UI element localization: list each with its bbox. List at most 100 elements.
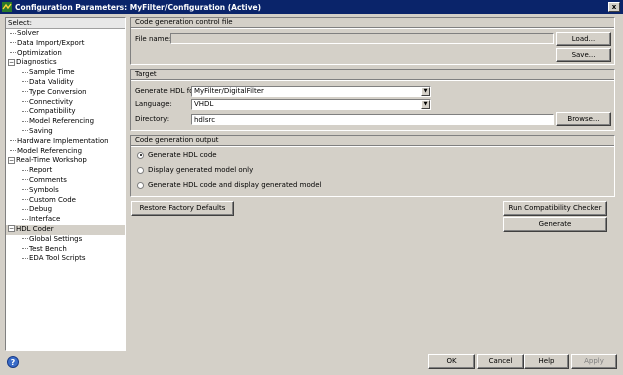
- tree-connector: [22, 257, 28, 259]
- output-panel: Code generation output Generate HDL code…: [130, 135, 615, 197]
- tree-item[interactable]: − HDL Coder: [6, 224, 125, 235]
- title-bar: Configuration Parameters: MyFilter/Confi…: [0, 0, 623, 14]
- tree-item-label: Data Validity: [29, 77, 74, 86]
- tree-connector: [22, 81, 28, 83]
- output-option-label: Generate HDL code: [148, 151, 217, 159]
- tree-item[interactable]: Symbols: [6, 186, 125, 196]
- tree-item[interactable]: Comments: [6, 176, 125, 186]
- load-button[interactable]: Load...: [556, 32, 611, 46]
- tree-connector: [10, 42, 16, 44]
- tree-item-label: Solver: [17, 29, 39, 37]
- cancel-button[interactable]: Cancel: [477, 354, 524, 369]
- file-name-input[interactable]: [170, 33, 554, 44]
- radio-button[interactable]: [137, 181, 144, 189]
- tree-item-label: Debug: [29, 205, 53, 214]
- language-label: Language:: [135, 100, 172, 108]
- tree-connector: [22, 110, 28, 112]
- target-panel-title: Target: [135, 70, 157, 78]
- control-file-panel-title: Code generation control file: [135, 18, 233, 26]
- tree-connector: [10, 32, 16, 34]
- save-button[interactable]: Save...: [556, 48, 611, 62]
- tree-item[interactable]: Sample Time: [6, 68, 125, 78]
- generate-for-value: MyFilter/DigitalFilter: [194, 87, 264, 95]
- tree-item[interactable]: Data Import/Export: [6, 39, 125, 49]
- language-value: VHDL: [194, 100, 214, 108]
- run-compatibility-checker-button[interactable]: Run Compatibility Checker: [503, 201, 607, 216]
- tree-item[interactable]: Report: [6, 166, 125, 176]
- tree-item[interactable]: Interface: [6, 215, 125, 225]
- tree-list: Solver Data Import/Export Optimization − Dia…: [6, 29, 125, 264]
- tree-connector: [22, 218, 28, 220]
- tree-item[interactable]: Data Validity: [6, 78, 125, 88]
- generate-button[interactable]: Generate: [503, 217, 607, 232]
- tree-item-label: Comments: [29, 175, 67, 184]
- browse-button[interactable]: Browse...: [556, 112, 611, 126]
- language-select[interactable]: VHDL ▼: [191, 99, 431, 110]
- tree-item[interactable]: Type Conversion: [6, 88, 125, 98]
- tree-item[interactable]: Model Referencing: [6, 117, 125, 127]
- tree-item-label: Report: [29, 166, 53, 175]
- tree-connector: [10, 52, 16, 54]
- tree-connector: [22, 101, 28, 103]
- restore-defaults-button[interactable]: Restore Factory Defaults: [131, 201, 234, 216]
- radio-button[interactable]: [137, 166, 144, 174]
- help-button[interactable]: Help: [524, 354, 569, 369]
- tree-connector: [22, 120, 28, 122]
- tree-item-label: Model Referencing: [29, 117, 95, 126]
- tree-item-label: Custom Code: [29, 195, 76, 204]
- tree-item[interactable]: Connectivity: [6, 98, 125, 108]
- output-option[interactable]: Generate HDL code: [137, 150, 217, 160]
- directory-input[interactable]: [191, 114, 554, 125]
- generate-for-label: Generate HDL for:: [135, 87, 199, 95]
- tree-collapse-icon[interactable]: −: [8, 156, 15, 164]
- tree-connector: [10, 150, 16, 152]
- tree-connector: [22, 91, 28, 93]
- chevron-down-icon: ▼: [421, 87, 430, 96]
- tree-item[interactable]: Test Bench: [6, 245, 125, 255]
- tree-item-label: Connectivity: [29, 97, 73, 106]
- tree-item-label: Global Settings: [29, 234, 83, 243]
- tree-item[interactable]: EDA Tool Scripts: [6, 254, 125, 264]
- tree-item[interactable]: Optimization: [6, 49, 125, 59]
- control-file-panel: Code generation control file File name: …: [130, 17, 615, 65]
- tree-connector: [22, 238, 28, 240]
- tree-item[interactable]: Saving: [6, 127, 125, 137]
- tree-connector: [22, 248, 28, 250]
- tree-item-label: Model Referencing: [17, 146, 83, 155]
- help-icon[interactable]: ?: [7, 356, 19, 368]
- tree-collapse-icon[interactable]: −: [8, 225, 15, 233]
- ok-button[interactable]: OK: [428, 354, 475, 369]
- tree-item[interactable]: − Diagnostics: [6, 58, 125, 68]
- output-panel-title: Code generation output: [135, 136, 219, 144]
- config-tree[interactable]: Select: Solver Data Import/Export Optimiza…: [5, 17, 126, 351]
- tree-item[interactable]: Compatibility: [6, 107, 125, 117]
- tree-connector: [22, 169, 28, 171]
- tree-item[interactable]: − Real-Time Workshop: [6, 156, 125, 166]
- tree-item[interactable]: Solver: [6, 29, 125, 39]
- tree-connector: [22, 71, 28, 73]
- output-option-label: Generate HDL code and display generated …: [148, 181, 322, 189]
- tree-item[interactable]: Global Settings: [6, 235, 125, 245]
- tree-item-label: Test Bench: [29, 244, 67, 253]
- output-option-label: Display generated model only: [148, 166, 254, 174]
- tree-item-label: Interface: [29, 215, 61, 224]
- apply-button[interactable]: Apply: [571, 354, 617, 369]
- tree-collapse-icon[interactable]: −: [8, 58, 15, 66]
- tree-connector: [22, 199, 28, 201]
- tree-item[interactable]: Model Referencing: [6, 147, 125, 157]
- tree-item[interactable]: Custom Code: [6, 196, 125, 206]
- output-option[interactable]: Display generated model only: [137, 165, 253, 175]
- output-option[interactable]: Generate HDL code and display generated …: [137, 180, 321, 190]
- tree-item-label: Real-Time Workshop: [16, 156, 87, 165]
- tree-item[interactable]: Debug: [6, 205, 125, 215]
- directory-label: Directory:: [135, 115, 170, 123]
- tree-item-label: Hardware Implementation: [17, 136, 109, 145]
- tree-connector: [22, 208, 28, 210]
- radio-button[interactable]: [137, 151, 144, 159]
- tree-connector: [22, 189, 28, 191]
- simulink-app-icon: [2, 2, 12, 12]
- close-button[interactable]: x: [608, 2, 620, 12]
- tree-item[interactable]: Hardware Implementation: [6, 137, 125, 147]
- tree-item-label: Symbols: [29, 185, 59, 194]
- generate-for-select[interactable]: MyFilter/DigitalFilter ▼: [191, 86, 431, 97]
